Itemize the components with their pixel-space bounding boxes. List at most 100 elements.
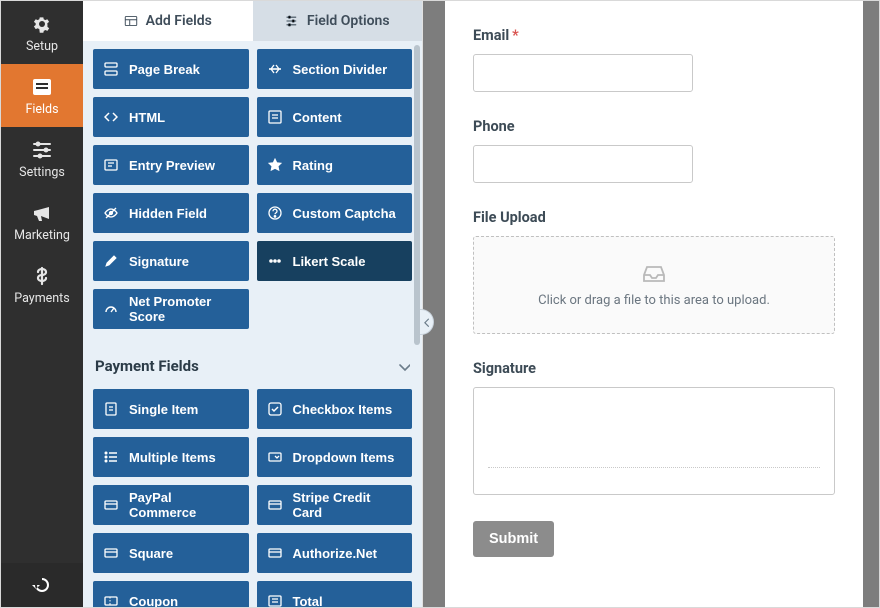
form-preview[interactable]: Email* Phone File Upload Click or drag a… (445, 1, 863, 607)
field-type-label: Total (293, 594, 323, 608)
field-type-dropdown-items[interactable]: Dropdown Items (257, 437, 413, 477)
field-type-content[interactable]: Content (257, 97, 413, 137)
field-type-label: Hidden Field (129, 206, 207, 221)
field-type-label: PayPal Commerce (129, 490, 239, 520)
field-type-coupon[interactable]: Coupon (93, 581, 249, 607)
nav-settings[interactable]: Settings (1, 127, 83, 190)
nav-setup[interactable]: Setup (1, 1, 83, 64)
nav-history[interactable] (1, 563, 83, 607)
field-type-stripe-credit-card[interactable]: Stripe Credit Card (257, 485, 413, 525)
field-type-label: Likert Scale (293, 254, 366, 269)
section-title: Payment Fields (95, 357, 199, 375)
submit-button[interactable]: Submit (473, 521, 554, 557)
field-type-label: Custom Captcha (293, 206, 396, 221)
side-nav: Setup Fields Settings Marketing Payments (1, 1, 83, 607)
field-type-square[interactable]: Square (93, 533, 249, 573)
field-type-section-divider[interactable]: Section Divider (257, 49, 413, 89)
field-type-label: Coupon (129, 594, 178, 608)
field-type-rating[interactable]: Rating (257, 145, 413, 185)
field-type-hidden-field[interactable]: Hidden Field (93, 193, 249, 233)
card-icon (267, 545, 283, 561)
section-payment-fields[interactable]: Payment Fields (95, 357, 410, 375)
question-icon (267, 205, 283, 221)
field-phone[interactable]: Phone (473, 118, 835, 183)
preview-icon (103, 157, 119, 173)
fields-panel: Add Fields Field Options Page Break Secti… (83, 1, 423, 607)
field-type-label: Stripe Credit Card (293, 490, 403, 520)
card-icon (103, 497, 119, 513)
label-text: Email (473, 27, 509, 44)
field-type-multiple-items[interactable]: Multiple Items (93, 437, 249, 477)
field-type-label: Square (129, 546, 173, 561)
field-type-label: Dropdown Items (293, 450, 395, 465)
signature-line (488, 467, 820, 468)
nav-marketing[interactable]: Marketing (1, 190, 83, 253)
card-icon (103, 545, 119, 561)
email-input[interactable] (473, 54, 693, 92)
file-upload-dropzone[interactable]: Click or drag a file to this area to upl… (473, 236, 835, 334)
field-type-label: Content (293, 110, 342, 125)
required-asterisk: * (512, 27, 519, 44)
layout-icon (124, 14, 138, 28)
nav-label: Setup (26, 39, 58, 54)
preview-gutter-right (863, 1, 879, 607)
field-label: Phone (473, 118, 835, 135)
field-type-label: Entry Preview (129, 158, 215, 173)
doc-icon (103, 401, 119, 417)
field-type-signature[interactable]: Signature (93, 241, 249, 281)
field-type-entry-preview[interactable]: Entry Preview (93, 145, 249, 185)
inbox-icon (641, 263, 667, 285)
field-type-custom-captcha[interactable]: Custom Captcha (257, 193, 413, 233)
field-type-label: Authorize.Net (293, 546, 378, 561)
tab-add-fields[interactable]: Add Fields (83, 1, 253, 41)
nav-label: Fields (25, 102, 58, 117)
field-type-label: Section Divider (293, 62, 388, 77)
field-type-single-item[interactable]: Single Item (93, 389, 249, 429)
form-icon (31, 76, 53, 98)
checkbox-icon (267, 401, 283, 417)
field-type-likert-scale[interactable]: Likert Scale (257, 241, 413, 281)
dropdown-icon (267, 449, 283, 465)
field-email[interactable]: Email* (473, 27, 835, 92)
field-type-net-promoter-score[interactable]: Net Promoter Score (93, 289, 249, 329)
tab-field-options[interactable]: Field Options (253, 1, 423, 41)
coupon-icon (103, 593, 119, 607)
field-type-authorize-net[interactable]: Authorize.Net (257, 533, 413, 573)
field-type-html[interactable]: HTML (93, 97, 249, 137)
star-icon (267, 157, 283, 173)
scrollbar-thumb[interactable] (414, 45, 420, 345)
field-label: Email* (473, 27, 835, 44)
field-type-checkbox-items[interactable]: Checkbox Items (257, 389, 413, 429)
panel-tabs: Add Fields Field Options (83, 1, 422, 41)
field-type-paypal-commerce[interactable]: PayPal Commerce (93, 485, 249, 525)
field-type-label: Net Promoter Score (129, 294, 239, 324)
field-type-label: Rating (293, 158, 333, 173)
field-signature[interactable]: Signature (473, 360, 835, 495)
field-type-label: Signature (129, 254, 189, 269)
code-icon (103, 109, 119, 125)
nav-label: Marketing (14, 228, 70, 243)
content-icon (267, 109, 283, 125)
pencil-icon (103, 253, 119, 269)
list-icon (103, 449, 119, 465)
fields-scroll[interactable]: Page Break Section Divider HTML Content Entr… (83, 41, 422, 607)
tab-label: Add Fields (146, 13, 212, 29)
field-type-label: Single Item (129, 402, 198, 417)
divider-icon (267, 61, 283, 77)
page-break-icon (103, 61, 119, 77)
eye-off-icon (103, 205, 119, 221)
tab-label: Field Options (307, 13, 390, 29)
nav-fields[interactable]: Fields (1, 64, 83, 127)
field-type-label: Multiple Items (129, 450, 216, 465)
signature-canvas[interactable] (473, 387, 835, 495)
field-type-page-break[interactable]: Page Break (93, 49, 249, 89)
field-type-total[interactable]: Total (257, 581, 413, 607)
chevron-left-icon (422, 317, 432, 327)
phone-input[interactable] (473, 145, 693, 183)
chevron-down-icon (396, 359, 410, 373)
nav-payments[interactable]: Payments (1, 253, 83, 316)
field-file-upload[interactable]: File Upload Click or drag a file to this… (473, 209, 835, 334)
upload-hint: Click or drag a file to this area to upl… (538, 293, 770, 308)
bullhorn-icon (31, 202, 53, 224)
dots-icon (267, 253, 283, 269)
